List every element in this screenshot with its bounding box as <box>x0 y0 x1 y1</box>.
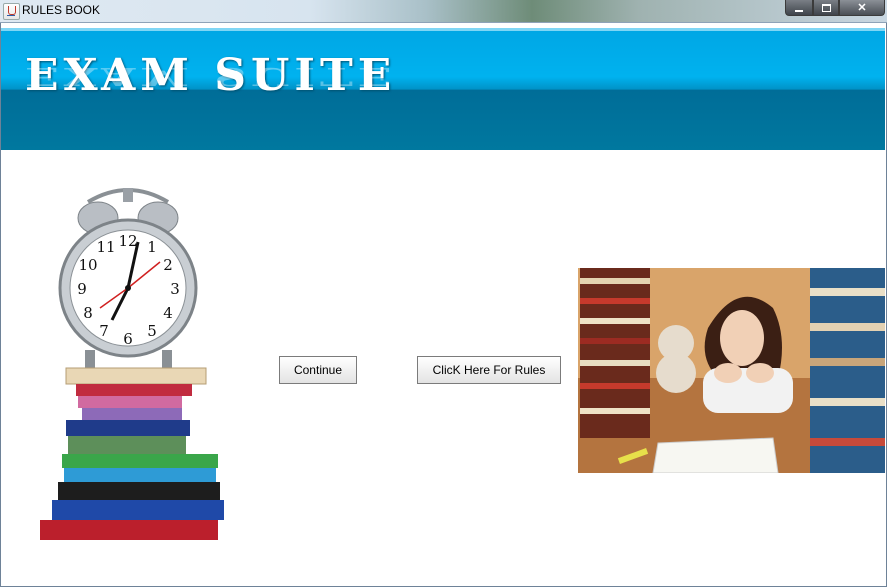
header-banner: EXAM SUITE EXAM SUITE <box>1 28 885 150</box>
close-button[interactable]: ✕ <box>839 0 885 16</box>
window-title: RULES BOOK <box>22 3 101 17</box>
svg-text:9: 9 <box>77 280 87 298</box>
svg-text:5: 5 <box>147 322 157 340</box>
svg-text:3: 3 <box>170 280 180 298</box>
banner-title-reflection: EXAM SUITE <box>25 61 397 90</box>
svg-text:1: 1 <box>147 238 157 256</box>
svg-text:7: 7 <box>99 322 109 340</box>
rules-button[interactable]: ClicK Here For Rules <box>417 356 561 384</box>
svg-text:8: 8 <box>83 304 93 322</box>
svg-text:11: 11 <box>96 238 115 256</box>
minimize-button[interactable] <box>785 0 813 16</box>
svg-text:2: 2 <box>163 256 173 274</box>
app-java-icon[interactable] <box>3 3 20 20</box>
svg-text:10: 10 <box>78 256 97 274</box>
close-icon: ✕ <box>857 2 867 14</box>
svg-text:12: 12 <box>118 232 137 250</box>
continue-button[interactable]: Continue <box>279 356 357 384</box>
svg-text:6: 6 <box>123 330 133 348</box>
maximize-button[interactable] <box>813 0 839 16</box>
minimize-icon <box>795 9 803 12</box>
maximize-icon <box>821 3 831 12</box>
alarm-clock-on-books-image: 12 12 345 678 91011 <box>40 188 224 540</box>
svg-text:4: 4 <box>163 304 173 322</box>
window-controls: ✕ <box>785 0 885 16</box>
window-title-bar[interactable]: RULES BOOK ✕ <box>0 0 887 23</box>
student-with-books-image <box>578 268 885 473</box>
